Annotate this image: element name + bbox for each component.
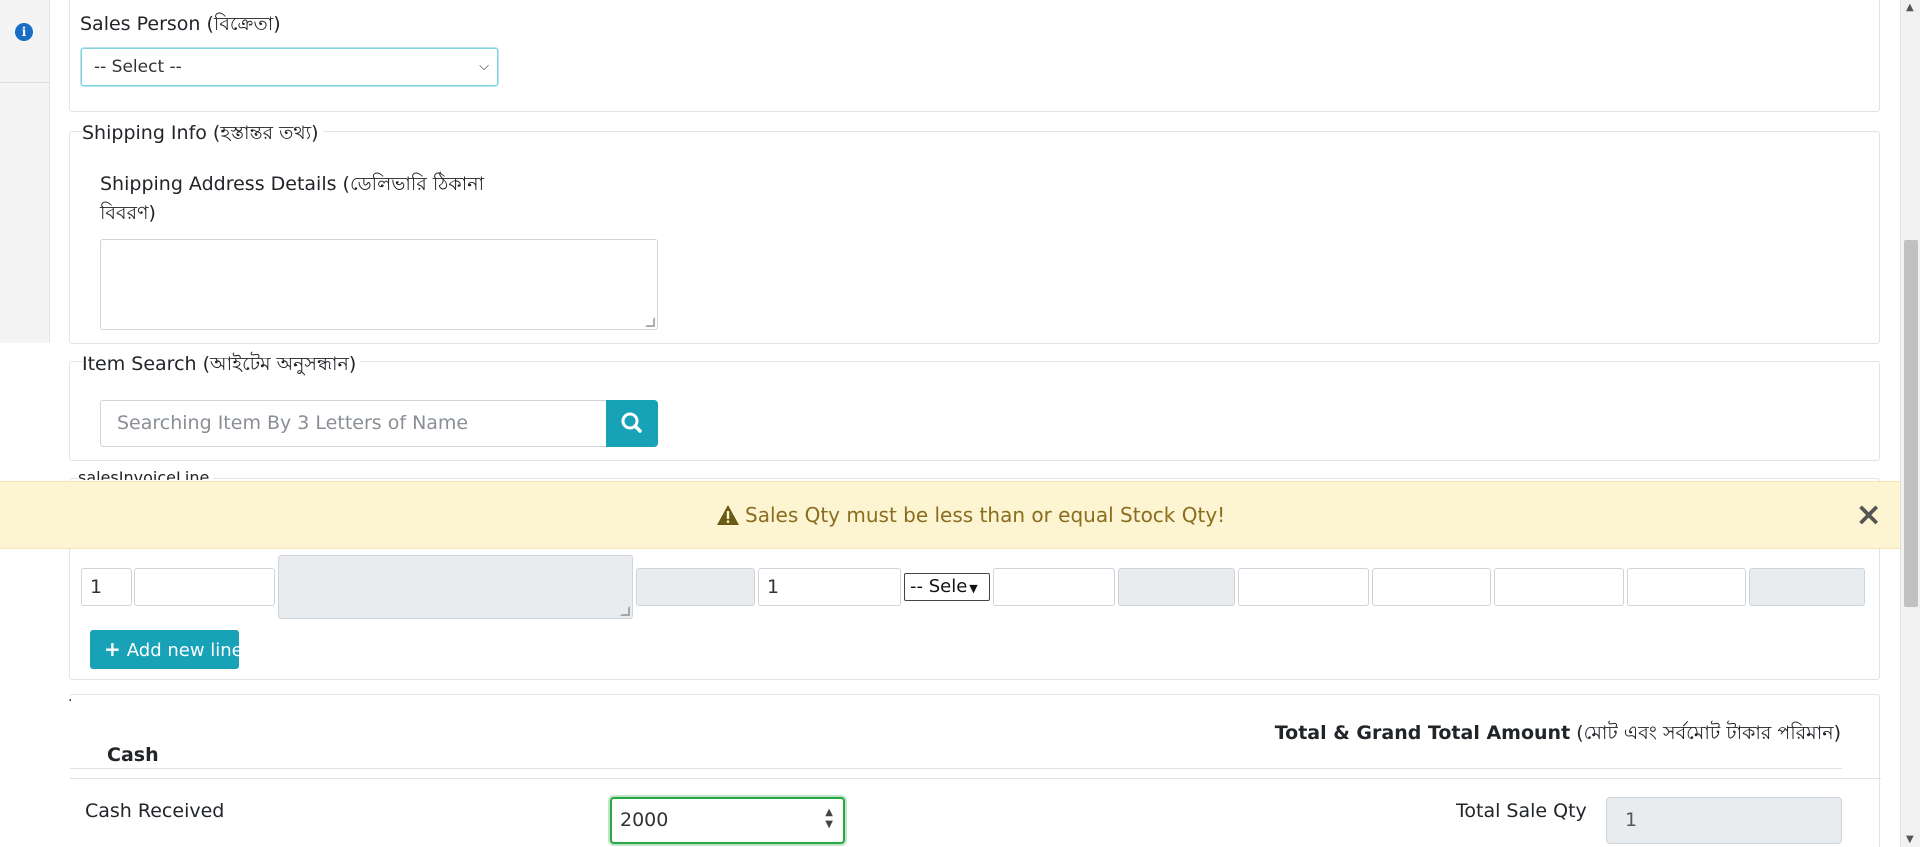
item-search-placeholder: Searching Item By 3 Letters of Name (117, 412, 469, 434)
line-vat-cell[interactable] (1372, 568, 1491, 606)
search-button[interactable] (606, 400, 658, 447)
total-sale-qty-value: 1 (1625, 809, 1638, 831)
resize-handle-icon[interactable] (620, 606, 630, 616)
totals-dot: . (68, 689, 73, 705)
line-tax-cell[interactable] (1494, 568, 1624, 606)
alert-message: Sales Qty must be less than or equal Sto… (745, 503, 1226, 527)
totals-divider (70, 768, 1842, 769)
left-gutter: i (0, 0, 50, 343)
gutter-divider (0, 82, 50, 83)
item-search-legend: Item Search (আইটেম অনুসন্ধান) (82, 350, 361, 382)
spinner-icon[interactable]: ▲ ▼ (825, 807, 833, 831)
cash-received-label: Cash Received (85, 800, 225, 822)
line-unit-select-value: -- Sele (910, 576, 968, 597)
chevron-down-icon: ⌵ (479, 59, 489, 74)
totals-title: Total & Grand Total Amount (মোট এবং সর্ব… (1275, 719, 1841, 751)
item-search-input[interactable]: Searching Item By 3 Letters of Name (100, 400, 606, 447)
invoice-lines-legend: salesInvoiceLine (78, 468, 214, 480)
line-unit-select[interactable]: -- Sele ▼ (904, 573, 990, 601)
total-sale-qty-input: 1 (1606, 797, 1842, 844)
line-discount-cell[interactable] (1238, 568, 1369, 606)
totals-divider-2 (70, 778, 1881, 779)
line-description-cell (278, 555, 633, 619)
line-index-cell[interactable]: 1 (81, 568, 132, 606)
scroll-up-icon[interactable]: ▲ (1906, 2, 1914, 13)
sales-person-select[interactable]: -- Select -- ⌵ (81, 48, 498, 86)
info-icon[interactable]: i (15, 23, 33, 41)
scroll-down-icon[interactable]: ▼ (1906, 834, 1914, 845)
cash-heading: Cash (107, 744, 159, 766)
warning-icon (717, 505, 739, 525)
resize-handle-icon[interactable] (645, 317, 655, 327)
add-new-line-button[interactable]: + Add new line (90, 630, 243, 669)
line-item-cell[interactable] (134, 568, 275, 606)
shipping-address-textarea[interactable] (100, 239, 658, 330)
vertical-scrollbar[interactable]: ▲ ▼ (1900, 0, 1920, 847)
total-sale-qty-label: Total Sale Qty (1456, 800, 1587, 822)
line-price-cell[interactable] (993, 568, 1115, 606)
shipping-legend: Shipping Info (হস্তান্তর তথ্য) (82, 119, 323, 151)
sales-person-select-value: -- Select -- (94, 57, 182, 77)
search-icon (621, 412, 642, 433)
line-qty-cell[interactable]: 1 (758, 568, 901, 606)
line-total-cell (1749, 568, 1865, 606)
close-icon[interactable]: × (1855, 496, 1882, 532)
sales-person-label: Sales Person (বিক্রেতা) (80, 13, 281, 35)
plus-icon: + (104, 637, 121, 661)
totals-title-bold: Total & Grand Total Amount (1274, 722, 1571, 744)
cash-received-value: 2000 (620, 809, 669, 831)
totals-title-bn: (মোট এবং সর্বমোট টাকার পরিমান) (1576, 722, 1841, 744)
cash-received-input[interactable]: 2000 ▲ ▼ (610, 797, 845, 844)
warning-alert: Sales Qty must be less than or equal Sto… (0, 481, 1900, 549)
shipping-address-label-line1: Shipping Address Details (ডেলিভারি ঠিকান… (100, 173, 485, 195)
line-stock-cell (636, 568, 755, 606)
chevron-down-icon: ▼ (969, 582, 978, 595)
scrollbar-thumb[interactable] (1904, 240, 1918, 607)
line-amount-cell (1118, 568, 1235, 606)
shipping-address-label-line2: বিবরণ) (100, 202, 156, 224)
line-other-cell[interactable] (1627, 568, 1746, 606)
add-new-line-label: Add new line (126, 640, 243, 661)
